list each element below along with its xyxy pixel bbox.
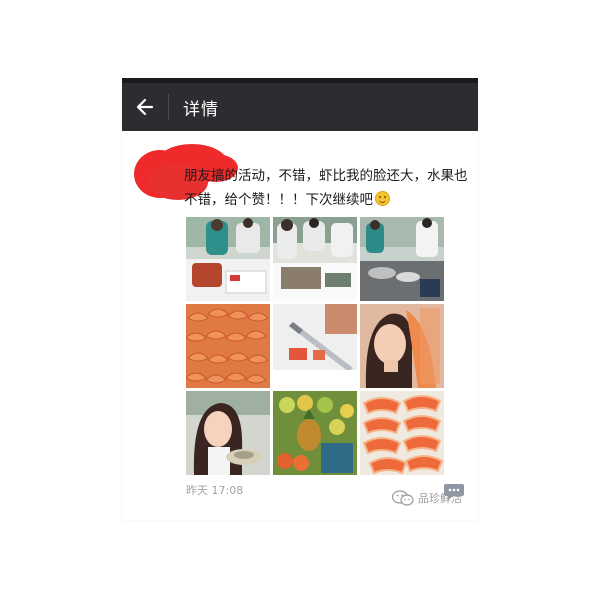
watermark-text: 品珍鲜活 — [418, 492, 462, 505]
back-button[interactable] — [122, 83, 168, 131]
avatar-redacted[interactable] — [130, 138, 238, 200]
photo-grid — [186, 217, 444, 475]
phone-screen: 详情 朋友搞的活动，不错，虾比我的脸还大，水果也不错，给个赞！！！下次继续吧 昨… — [122, 78, 478, 520]
header-divider — [168, 94, 169, 120]
arrow-left-icon — [136, 98, 154, 116]
smile-emoji — [375, 191, 390, 206]
photo-grilled-shrimp-platter[interactable] — [186, 304, 270, 388]
app-header: 详情 — [122, 83, 478, 131]
photo-chefs-cutting-fish[interactable] — [273, 217, 357, 301]
page-title: 详情 — [183, 99, 219, 120]
watermark: 品珍鲜活 — [392, 490, 462, 506]
photo-knife-slicing-fish[interactable] — [273, 304, 357, 388]
post-timestamp: 昨天 17:08 — [186, 484, 244, 497]
photo-cooking-station[interactable] — [360, 217, 444, 301]
wechat-logo-icon — [392, 490, 414, 506]
photo-sliced-papaya[interactable] — [360, 391, 444, 475]
photo-chefs-carving-station[interactable] — [186, 217, 270, 301]
photo-fruit-display[interactable] — [273, 391, 357, 475]
post-text: 朋友搞的活动，不错，虾比我的脸还大，水果也不错，给个赞！！！下次继续吧 — [184, 164, 472, 212]
photo-woman-holding-shrimp[interactable] — [360, 304, 444, 388]
post-content: 朋友搞的活动，不错，虾比我的脸还大，水果也不错，给个赞！！！下次继续吧 — [184, 168, 468, 208]
photo-woman-eating-selfie[interactable] — [186, 391, 270, 475]
